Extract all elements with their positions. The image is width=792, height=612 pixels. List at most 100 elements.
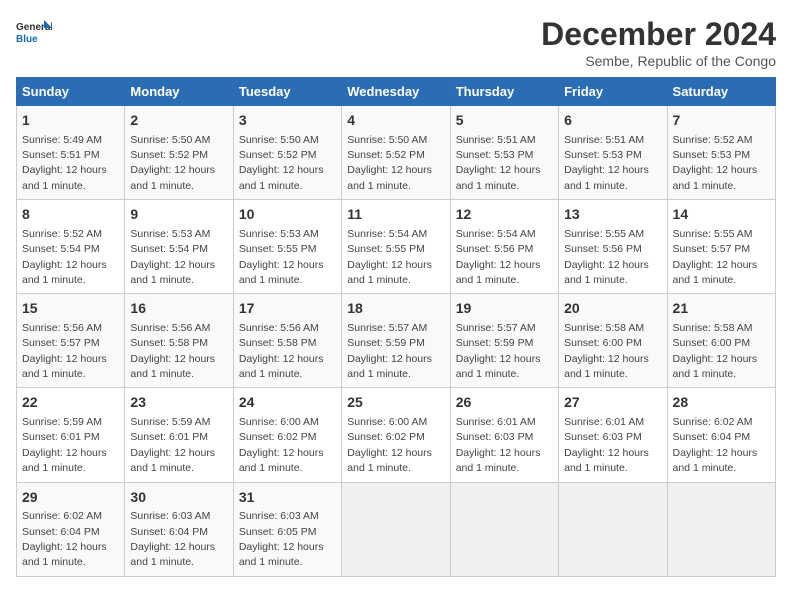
day-info: Sunrise: 6:01 AMSunset: 6:03 PMDaylight:… [456,416,541,474]
calendar-cell: 2 Sunrise: 5:50 AMSunset: 5:52 PMDayligh… [125,106,233,200]
day-info: Sunrise: 6:02 AMSunset: 6:04 PMDaylight:… [22,510,107,568]
day-info: Sunrise: 5:52 AMSunset: 5:53 PMDaylight:… [673,134,758,192]
day-number: 14 [673,205,770,225]
day-info: Sunrise: 5:55 AMSunset: 5:57 PMDaylight:… [673,228,758,286]
calendar-cell: 25 Sunrise: 6:00 AMSunset: 6:02 PMDaylig… [342,388,450,482]
day-number: 2 [130,111,227,131]
calendar-cell: 22 Sunrise: 5:59 AMSunset: 6:01 PMDaylig… [17,388,125,482]
calendar-cell: 9 Sunrise: 5:53 AMSunset: 5:54 PMDayligh… [125,200,233,294]
day-info: Sunrise: 5:57 AMSunset: 5:59 PMDaylight:… [456,322,541,380]
day-info: Sunrise: 5:56 AMSunset: 5:58 PMDaylight:… [130,322,215,380]
calendar-cell: 6 Sunrise: 5:51 AMSunset: 5:53 PMDayligh… [559,106,667,200]
calendar-row: 8 Sunrise: 5:52 AMSunset: 5:54 PMDayligh… [17,200,776,294]
logo-svg: General Blue [16,16,52,52]
logo: General Blue [16,16,52,52]
day-number: 15 [22,299,119,319]
day-number: 21 [673,299,770,319]
day-number: 17 [239,299,336,319]
day-info: Sunrise: 5:56 AMSunset: 5:58 PMDaylight:… [239,322,324,380]
day-number: 13 [564,205,661,225]
day-info: Sunrise: 5:57 AMSunset: 5:59 PMDaylight:… [347,322,432,380]
day-info: Sunrise: 6:03 AMSunset: 6:04 PMDaylight:… [130,510,215,568]
day-info: Sunrise: 5:49 AMSunset: 5:51 PMDaylight:… [22,134,107,192]
calendar-cell: 3 Sunrise: 5:50 AMSunset: 5:52 PMDayligh… [233,106,341,200]
col-friday: Friday [559,78,667,106]
calendar-cell: 13 Sunrise: 5:55 AMSunset: 5:56 PMDaylig… [559,200,667,294]
day-info: Sunrise: 5:52 AMSunset: 5:54 PMDaylight:… [22,228,107,286]
calendar-cell: 10 Sunrise: 5:53 AMSunset: 5:55 PMDaylig… [233,200,341,294]
calendar-cell: 26 Sunrise: 6:01 AMSunset: 6:03 PMDaylig… [450,388,558,482]
col-thursday: Thursday [450,78,558,106]
header-row: Sunday Monday Tuesday Wednesday Thursday… [17,78,776,106]
day-info: Sunrise: 5:51 AMSunset: 5:53 PMDaylight:… [456,134,541,192]
day-number: 16 [130,299,227,319]
calendar-cell: 14 Sunrise: 5:55 AMSunset: 5:57 PMDaylig… [667,200,775,294]
day-number: 6 [564,111,661,131]
calendar-cell: 27 Sunrise: 6:01 AMSunset: 6:03 PMDaylig… [559,388,667,482]
day-info: Sunrise: 6:03 AMSunset: 6:05 PMDaylight:… [239,510,324,568]
calendar-cell: 17 Sunrise: 5:56 AMSunset: 5:58 PMDaylig… [233,294,341,388]
calendar-row: 1 Sunrise: 5:49 AMSunset: 5:51 PMDayligh… [17,106,776,200]
calendar-cell: 12 Sunrise: 5:54 AMSunset: 5:56 PMDaylig… [450,200,558,294]
day-number: 20 [564,299,661,319]
day-info: Sunrise: 5:50 AMSunset: 5:52 PMDaylight:… [239,134,324,192]
day-info: Sunrise: 5:55 AMSunset: 5:56 PMDaylight:… [564,228,649,286]
calendar-cell: 7 Sunrise: 5:52 AMSunset: 5:53 PMDayligh… [667,106,775,200]
calendar-row: 15 Sunrise: 5:56 AMSunset: 5:57 PMDaylig… [17,294,776,388]
day-number: 22 [22,393,119,413]
col-sunday: Sunday [17,78,125,106]
day-info: Sunrise: 5:59 AMSunset: 6:01 PMDaylight:… [22,416,107,474]
day-info: Sunrise: 5:53 AMSunset: 5:55 PMDaylight:… [239,228,324,286]
day-info: Sunrise: 5:51 AMSunset: 5:53 PMDaylight:… [564,134,649,192]
calendar-cell: 21 Sunrise: 5:58 AMSunset: 6:00 PMDaylig… [667,294,775,388]
day-info: Sunrise: 5:54 AMSunset: 5:55 PMDaylight:… [347,228,432,286]
day-number: 25 [347,393,444,413]
col-monday: Monday [125,78,233,106]
day-info: Sunrise: 6:00 AMSunset: 6:02 PMDaylight:… [347,416,432,474]
day-number: 30 [130,488,227,508]
col-tuesday: Tuesday [233,78,341,106]
day-number: 5 [456,111,553,131]
calendar-cell [342,482,450,576]
day-info: Sunrise: 5:54 AMSunset: 5:56 PMDaylight:… [456,228,541,286]
calendar-row: 29 Sunrise: 6:02 AMSunset: 6:04 PMDaylig… [17,482,776,576]
day-number: 10 [239,205,336,225]
day-number: 4 [347,111,444,131]
calendar-cell: 15 Sunrise: 5:56 AMSunset: 5:57 PMDaylig… [17,294,125,388]
day-number: 1 [22,111,119,131]
day-number: 7 [673,111,770,131]
day-number: 24 [239,393,336,413]
day-number: 18 [347,299,444,319]
main-title: December 2024 [541,16,776,53]
day-number: 28 [673,393,770,413]
calendar-row: 22 Sunrise: 5:59 AMSunset: 6:01 PMDaylig… [17,388,776,482]
day-number: 19 [456,299,553,319]
day-info: Sunrise: 6:00 AMSunset: 6:02 PMDaylight:… [239,416,324,474]
calendar-cell: 16 Sunrise: 5:56 AMSunset: 5:58 PMDaylig… [125,294,233,388]
subtitle: Sembe, Republic of the Congo [541,53,776,69]
day-number: 27 [564,393,661,413]
day-number: 31 [239,488,336,508]
day-number: 9 [130,205,227,225]
day-number: 29 [22,488,119,508]
day-number: 8 [22,205,119,225]
calendar-cell: 29 Sunrise: 6:02 AMSunset: 6:04 PMDaylig… [17,482,125,576]
calendar-table: Sunday Monday Tuesday Wednesday Thursday… [16,77,776,577]
day-info: Sunrise: 5:58 AMSunset: 6:00 PMDaylight:… [673,322,758,380]
calendar-cell [450,482,558,576]
day-info: Sunrise: 6:01 AMSunset: 6:03 PMDaylight:… [564,416,649,474]
calendar-cell: 8 Sunrise: 5:52 AMSunset: 5:54 PMDayligh… [17,200,125,294]
calendar-cell: 1 Sunrise: 5:49 AMSunset: 5:51 PMDayligh… [17,106,125,200]
day-info: Sunrise: 6:02 AMSunset: 6:04 PMDaylight:… [673,416,758,474]
day-number: 3 [239,111,336,131]
col-saturday: Saturday [667,78,775,106]
day-number: 11 [347,205,444,225]
day-info: Sunrise: 5:56 AMSunset: 5:57 PMDaylight:… [22,322,107,380]
calendar-cell [667,482,775,576]
calendar-cell: 20 Sunrise: 5:58 AMSunset: 6:00 PMDaylig… [559,294,667,388]
calendar-cell: 30 Sunrise: 6:03 AMSunset: 6:04 PMDaylig… [125,482,233,576]
calendar-cell [559,482,667,576]
calendar-cell: 19 Sunrise: 5:57 AMSunset: 5:59 PMDaylig… [450,294,558,388]
day-info: Sunrise: 5:50 AMSunset: 5:52 PMDaylight:… [347,134,432,192]
day-number: 12 [456,205,553,225]
